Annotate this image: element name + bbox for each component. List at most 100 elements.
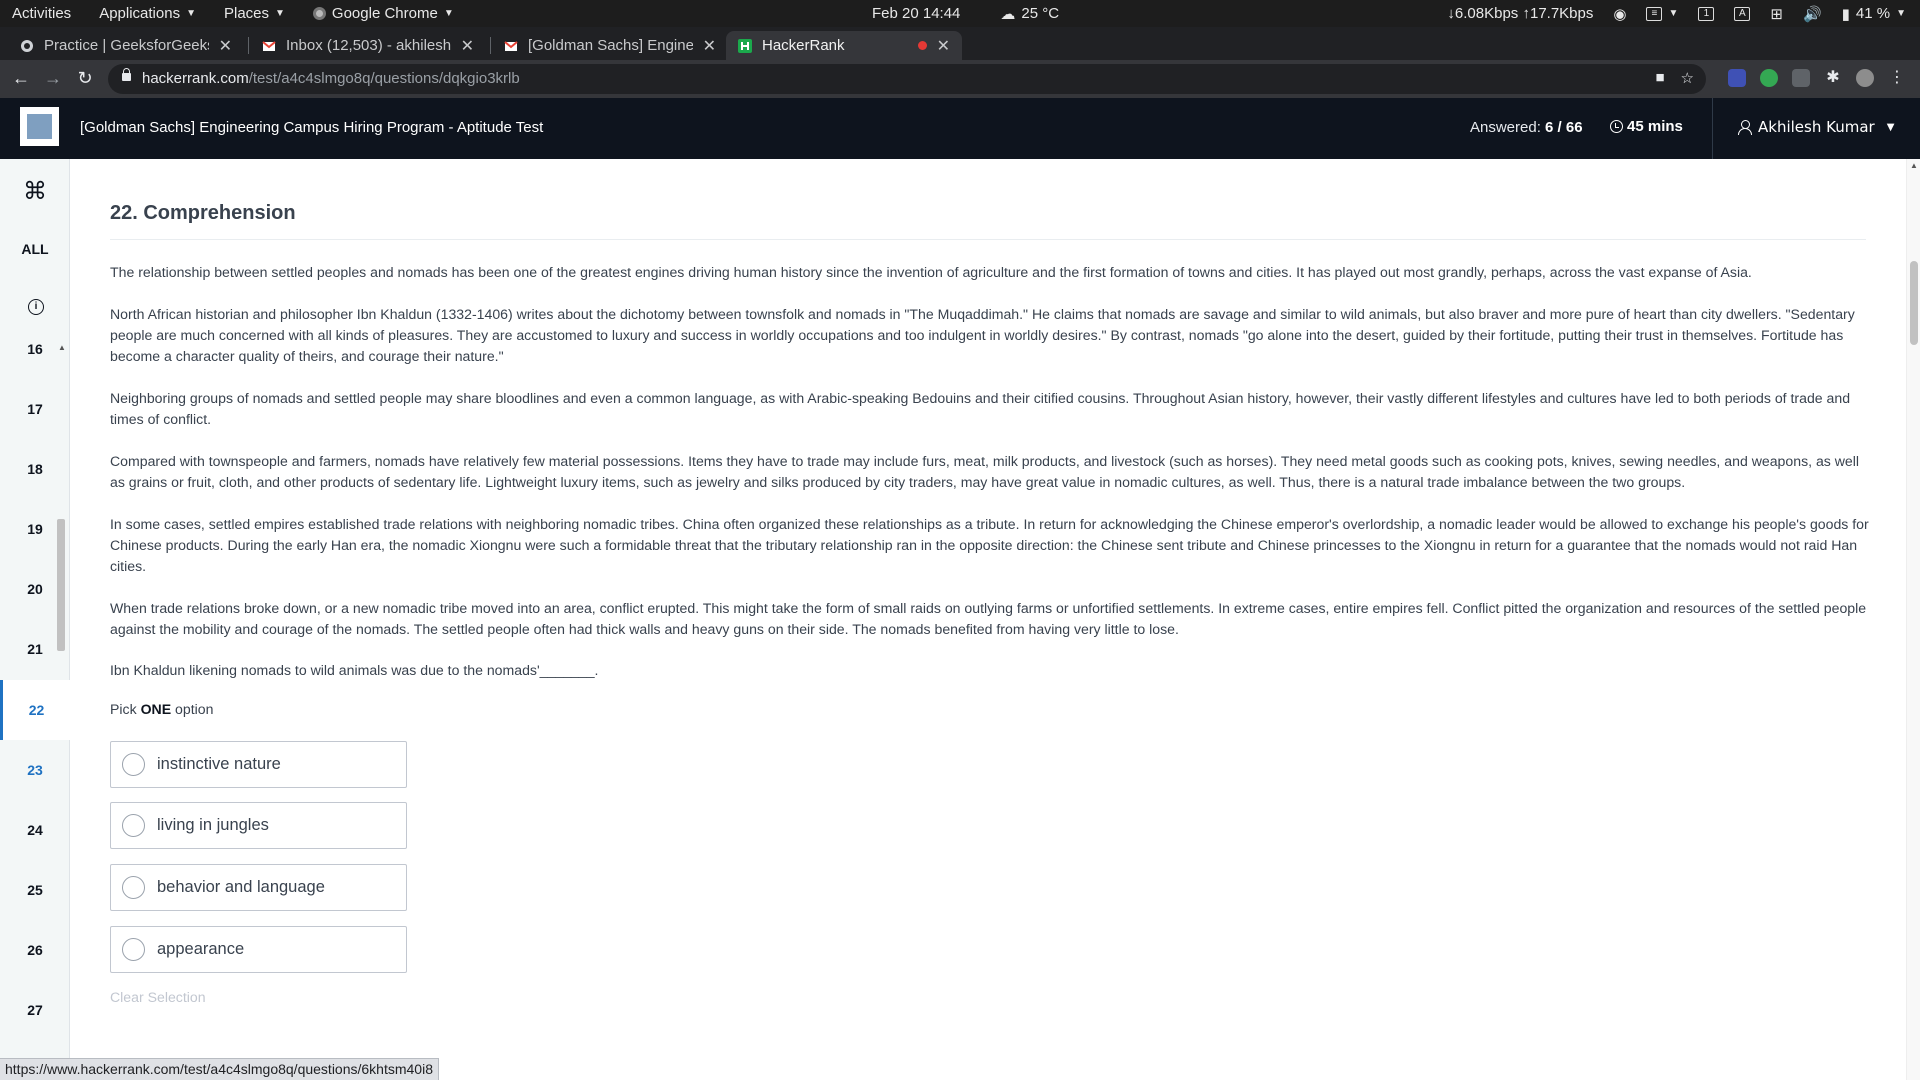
keyboard-layout-icon[interactable]: 1 (1698, 6, 1715, 21)
gmail-icon (504, 40, 518, 51)
answer-option[interactable]: living in jungles (110, 802, 407, 849)
extension-icon[interactable] (1792, 69, 1810, 87)
option-label: instinctive nature (157, 755, 281, 773)
answer-option[interactable]: instinctive nature (110, 741, 407, 788)
tab-title: Practice | GeeksforGeeks | (44, 37, 209, 54)
extension-icon[interactable] (1760, 69, 1778, 87)
user-icon (1738, 119, 1752, 135)
question-nav-item-active[interactable]: 22 (0, 680, 70, 740)
navigator-scrollbar[interactable] (57, 519, 65, 651)
browser-tab-inbox[interactable]: Inbox (12,503) - akhileshd ✕ (250, 31, 486, 60)
browser-toolbar: ← → ↻ hackerrank.com/test/a4c4slmgo8q/qu… (0, 60, 1920, 98)
gamepad-icon[interactable]: ◉ (1613, 5, 1626, 23)
battery-indicator[interactable]: ▮ 41 % ▼ (1842, 5, 1906, 23)
clock-icon (1610, 120, 1623, 133)
user-name: Akhilesh Kumar (1758, 118, 1875, 136)
answer-option[interactable]: appearance (110, 926, 407, 973)
clipboard-indicator[interactable]: ≡ ▼ (1646, 6, 1679, 21)
activities-button[interactable]: Activities (12, 5, 71, 22)
extension-icon[interactable] (1728, 69, 1746, 87)
network-icon[interactable]: ⊞ (1770, 5, 1783, 23)
hackerrank-icon (738, 38, 752, 53)
back-arrow-icon[interactable]: ← (10, 68, 32, 89)
close-icon[interactable]: ✕ (461, 36, 474, 56)
question-nav-item[interactable]: 26 (0, 920, 70, 980)
close-icon[interactable]: ✕ (219, 36, 232, 56)
scroll-up-icon[interactable]: ▲ (1910, 161, 1918, 170)
weather-icon: ☁ (1000, 5, 1016, 23)
browser-tab-geeksforgeeks[interactable]: Practice | GeeksforGeeks | ✕ (8, 31, 244, 60)
radio-button[interactable] (122, 753, 145, 776)
page-scrollbar[interactable]: ▲ (1906, 159, 1920, 1080)
title-divider (110, 239, 1866, 240)
url-host: hackerrank.com (142, 70, 249, 87)
browser-tab-goldman-mail[interactable]: [Goldman Sachs] Enginee ✕ (492, 31, 728, 60)
question-nav-item[interactable]: 24 (0, 800, 70, 860)
close-icon[interactable]: ✕ (703, 36, 716, 56)
tab-divider (490, 37, 491, 54)
header-divider (1712, 98, 1713, 159)
answer-option[interactable]: behavior and language (110, 864, 407, 911)
chevron-down-icon: ▼ (186, 8, 196, 19)
scrollbar-thumb[interactable] (1910, 261, 1918, 345)
tab-title: HackerRank (762, 37, 845, 54)
clipboard-icon: ≡ (1646, 6, 1663, 21)
bookmark-star-icon[interactable]: ☆ (1681, 69, 1694, 87)
command-icon[interactable]: ⌘ (0, 177, 70, 206)
input-method-icon[interactable]: A (1734, 6, 1751, 21)
puzzle-icon[interactable]: ✱ (1824, 69, 1842, 87)
test-header: [Goldman Sachs] Engineering Campus Hirin… (0, 98, 1920, 159)
reload-icon[interactable]: ↻ (74, 68, 96, 89)
company-logo (20, 107, 59, 146)
places-menu[interactable]: Places ▼ (224, 5, 285, 22)
answered-value: 6 / 66 (1545, 119, 1583, 136)
radio-button[interactable] (122, 814, 145, 837)
address-bar-actions: ■ ☆ (1655, 69, 1694, 87)
option-label: behavior and language (157, 878, 325, 896)
browser-tab-hackerrank[interactable]: HackerRank ✕ (726, 31, 962, 60)
app-menu-label: Google Chrome (331, 5, 438, 22)
close-icon[interactable]: ✕ (937, 36, 950, 56)
forward-arrow-icon[interactable]: → (42, 68, 64, 89)
tab-divider (248, 37, 249, 54)
link-status-bubble: https://www.hackerrank.com/test/a4c4slmg… (0, 1058, 439, 1080)
radio-button[interactable] (122, 876, 145, 899)
more-menu-icon[interactable]: ⋮ (1888, 69, 1906, 87)
camera-blocked-icon[interactable]: ■ (1655, 69, 1664, 87)
pick-instruction: Pick ONE option (110, 701, 213, 717)
chevron-down-icon: ▼ (443, 8, 454, 19)
answered-count: Answered: 6 / 66 (1470, 119, 1583, 136)
weather-label: 25 °C (1021, 5, 1060, 22)
option-label: living in jungles (157, 816, 269, 834)
chevron-down-icon: ▼ (1668, 8, 1679, 19)
question-nav-item[interactable]: 16 (0, 319, 70, 379)
tab-title: [Goldman Sachs] Enginee (528, 37, 693, 54)
option-label: appearance (157, 940, 245, 958)
clear-selection-button[interactable]: Clear Selection (110, 989, 206, 1005)
app-menu[interactable]: Google Chrome ▼ (312, 5, 454, 22)
user-menu[interactable]: Akhilesh Kumar ▼ (1738, 118, 1894, 136)
question-navigator: ⌘ ALL i ▲ 16 17 18 19 20 21 22 23 24 25 … (0, 159, 70, 1080)
info-icon[interactable]: i (28, 299, 44, 315)
passage-paragraph: Compared with townspeople and farmers, n… (110, 453, 1860, 490)
question-nav-item[interactable]: 23 (0, 740, 70, 800)
answered-label: Answered: (1470, 119, 1541, 136)
chevron-down-icon: ▼ (275, 8, 285, 19)
network-speed[interactable]: ↓6.08Kbps ↑17.7Kbps (1447, 5, 1593, 22)
all-questions-button[interactable]: ALL (0, 241, 70, 257)
clock[interactable]: Feb 20 14:44 (872, 5, 960, 22)
lock-icon[interactable] (122, 68, 131, 81)
weather-indicator[interactable]: ☁ 25 °C (1000, 5, 1059, 23)
volume-icon[interactable]: 🔊 (1803, 5, 1822, 23)
applications-menu[interactable]: Applications ▼ (99, 5, 196, 22)
question-nav-item[interactable]: 18 (0, 439, 70, 499)
url-text[interactable]: hackerrank.com/test/a4c4slmgo8q/question… (142, 70, 520, 87)
address-bar[interactable]: hackerrank.com/test/a4c4slmgo8q/question… (108, 64, 1706, 94)
avatar[interactable] (1856, 69, 1874, 87)
radio-button[interactable] (122, 938, 145, 961)
passage-paragraph: When trade relations broke down, or a ne… (110, 600, 1867, 637)
question-nav-item[interactable]: 25 (0, 860, 70, 920)
question-nav-item[interactable]: 27 (0, 980, 70, 1040)
question-nav-item[interactable]: 17 (0, 379, 70, 439)
browser-tab-strip: Practice | GeeksforGeeks | ✕ Inbox (12,5… (0, 27, 1920, 82)
